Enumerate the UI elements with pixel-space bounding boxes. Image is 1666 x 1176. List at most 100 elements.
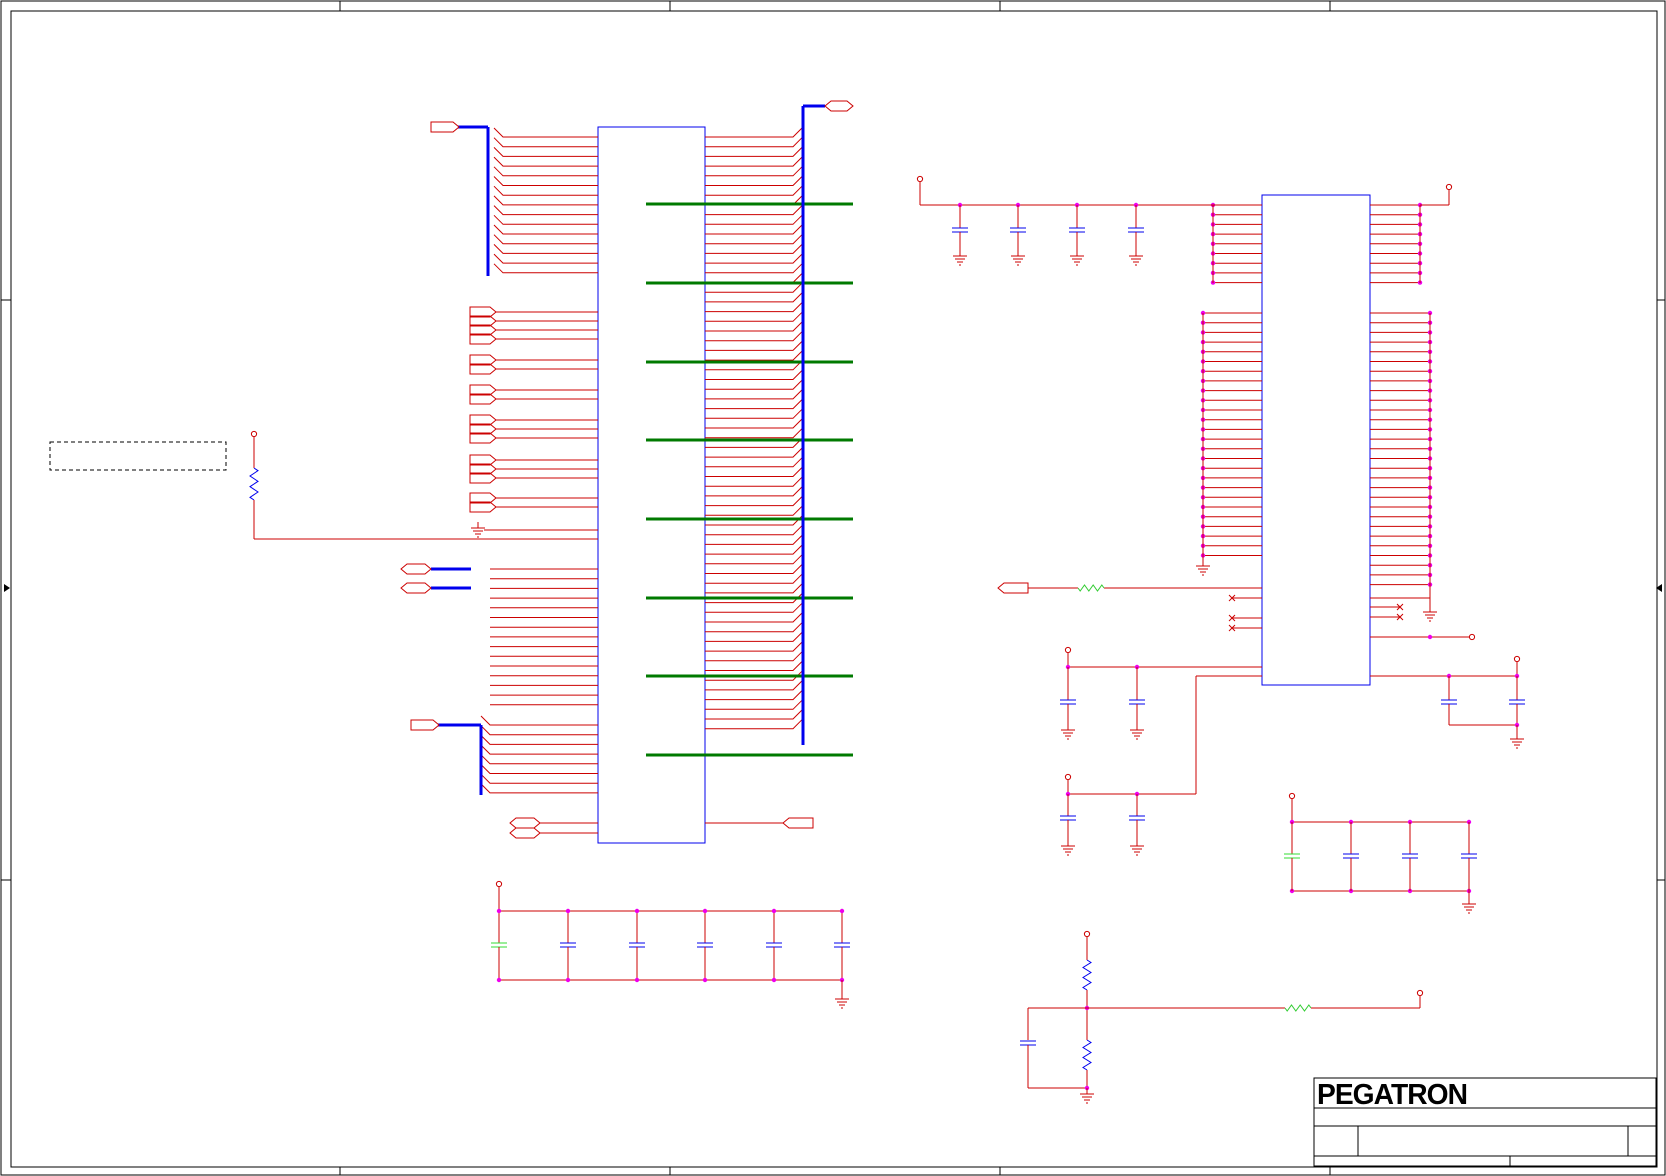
wire <box>705 622 803 633</box>
wire <box>493 214 598 225</box>
wire <box>705 612 803 623</box>
wire <box>705 156 803 167</box>
secondary-ic-wires <box>1028 190 1470 640</box>
capacitor-icon <box>491 942 507 948</box>
wire <box>705 535 803 545</box>
resistor-zigzag <box>1082 959 1092 991</box>
capacitor-icon <box>1461 853 1477 859</box>
wire <box>493 127 598 138</box>
capacitor-icon <box>766 942 782 948</box>
port-connector-icon <box>509 817 541 829</box>
main-ic-symbol <box>597 126 706 844</box>
wire <box>705 632 803 642</box>
wire <box>493 253 598 264</box>
wire <box>705 185 803 196</box>
capacitor-icon <box>1129 699 1145 705</box>
capacitor-icon <box>1284 853 1300 859</box>
power-pin-icon <box>1513 655 1521 663</box>
wire <box>705 379 803 390</box>
capacitor-icon <box>1128 227 1144 233</box>
capacitor-icon <box>1020 1040 1036 1046</box>
wire <box>705 214 803 225</box>
ground-icon <box>1011 250 1025 266</box>
wire <box>705 418 803 429</box>
power-pin-icon <box>495 880 503 888</box>
capacitor-icon <box>1441 699 1457 705</box>
wire <box>705 564 803 574</box>
port-connector-icon <box>430 121 460 133</box>
junction-dot <box>702 908 708 914</box>
power-pin-icon <box>250 430 258 438</box>
junction-dot <box>565 908 571 914</box>
wire <box>705 602 803 613</box>
wire <box>493 244 598 254</box>
wire <box>705 525 803 536</box>
wire <box>705 408 803 419</box>
wire <box>705 554 803 565</box>
ground-icon <box>953 250 967 266</box>
ground-icon <box>1510 733 1524 749</box>
junction-dot <box>496 977 502 983</box>
capacitor-icon <box>1060 815 1076 821</box>
wire <box>705 641 803 652</box>
junction-dot <box>771 908 777 914</box>
resistor-zigzag <box>1284 1004 1312 1012</box>
capacitor-icon <box>1069 227 1085 233</box>
wire <box>705 505 803 516</box>
wire <box>705 699 803 710</box>
schematic-sheet: PEGATRON <box>0 0 1666 1176</box>
wire <box>705 399 803 410</box>
company-logo: PEGATRON <box>1317 1079 1467 1111</box>
wire <box>493 205 598 216</box>
junction-dot <box>565 977 571 983</box>
wire <box>705 447 803 458</box>
wire <box>705 496 803 507</box>
port-connector-icon <box>997 582 1029 594</box>
wire <box>493 224 598 235</box>
capacitor-icon <box>1509 699 1525 705</box>
capacitor-icon <box>560 942 576 948</box>
ground-icon <box>1423 606 1437 622</box>
ground-icon <box>1080 1088 1094 1104</box>
wire <box>480 715 598 726</box>
resistor-icon <box>249 467 259 501</box>
wire <box>705 467 803 477</box>
wire <box>705 457 803 468</box>
resistor-zigzag <box>1077 584 1105 592</box>
wire <box>705 690 803 701</box>
ground-icon <box>1196 560 1210 576</box>
port-connector-icon <box>400 563 432 575</box>
port-connector-icon <box>400 582 432 594</box>
wire <box>705 341 803 351</box>
wire <box>705 486 803 497</box>
wire <box>705 661 803 671</box>
power-pin-icon <box>1064 646 1072 654</box>
ground-icon <box>1130 840 1144 856</box>
wire <box>480 773 598 784</box>
wire <box>493 263 598 274</box>
wire <box>493 185 598 196</box>
wire <box>705 205 803 216</box>
ground-icon <box>1061 724 1075 740</box>
wire <box>705 282 803 293</box>
ground-icon <box>471 522 485 538</box>
wire <box>705 709 803 720</box>
wire <box>480 725 598 736</box>
wire <box>705 350 803 361</box>
ground-icon <box>1130 724 1144 740</box>
wire <box>705 147 803 157</box>
power-pin-icon <box>1083 930 1091 938</box>
wire <box>705 321 803 332</box>
sheet-center-markers <box>4 584 1662 592</box>
buses <box>431 104 825 795</box>
junction-dot <box>771 977 777 983</box>
wire <box>480 735 598 745</box>
wire <box>705 302 803 313</box>
wire <box>705 573 803 584</box>
ground-icon <box>1070 250 1084 266</box>
port-connector-icon <box>824 100 854 112</box>
wire <box>705 224 803 235</box>
power-pin-icon <box>916 175 924 183</box>
wire <box>705 680 803 691</box>
wire <box>493 166 598 177</box>
